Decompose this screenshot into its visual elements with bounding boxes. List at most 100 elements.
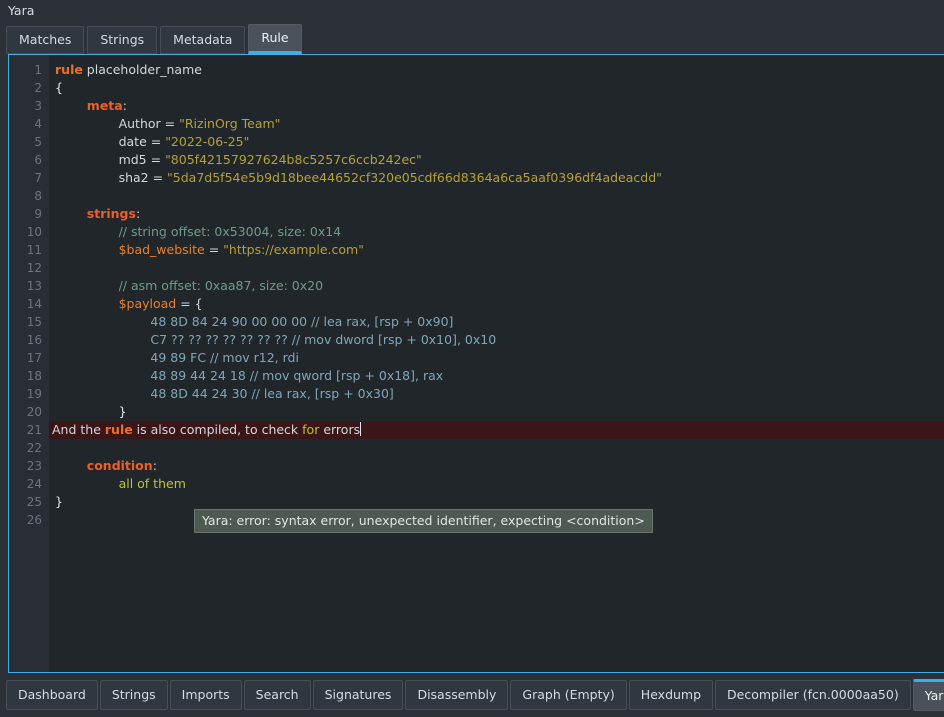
code-line[interactable]: all of them	[49, 475, 944, 493]
bottom-tab-disassembly[interactable]: Disassembly	[405, 680, 509, 710]
token-str: "2022-06-25"	[165, 134, 250, 149]
token-plain: :	[135, 206, 141, 221]
bottom-tabbar: Dashboard Strings Imports Search Signatures D…	[0, 673, 944, 717]
tab-rule[interactable]: Rule	[248, 24, 302, 54]
code-line[interactable]: 48 8D 44 24 30 // lea rax, [rsp + 0x30]	[49, 385, 944, 403]
bottom-tab-signatures[interactable]: Signatures	[312, 680, 404, 710]
line-number: 3	[34, 99, 42, 113]
code-line[interactable]: sha2 = "5da7d5f54e5b9d18bee44652cf320e05…	[49, 169, 944, 187]
token-plain: date =	[55, 134, 166, 149]
token-sec: condition	[86, 458, 153, 473]
bottom-tab-dashboard[interactable]: Dashboard	[6, 680, 98, 710]
code-line[interactable]	[49, 259, 944, 277]
token-hex: 48 89 44 24 18 // mov qword [rsp + 0x18]…	[150, 368, 444, 383]
bottom-tab-search[interactable]: Search	[243, 680, 311, 710]
code-line[interactable]: 48 8D 84 24 90 00 00 00 // lea rax, [rsp…	[49, 313, 944, 331]
line-number: 4	[34, 117, 42, 131]
code-line[interactable]: 49 89 FC // mov r12, rdi	[49, 349, 944, 367]
code-line-error[interactable]: And the rule is also compiled, to check …	[49, 421, 944, 439]
token-str: "RizinOrg Team"	[179, 116, 281, 131]
token-plain: :	[152, 458, 157, 473]
token-brace: {	[55, 80, 63, 95]
code-line[interactable]: meta:	[49, 97, 944, 115]
code-line[interactable]: rule placeholder_name	[49, 61, 944, 79]
token-var: $payload	[118, 296, 177, 311]
code-line[interactable]: condition:	[49, 457, 944, 475]
code-line[interactable]	[49, 187, 944, 205]
token-cond: all of them	[118, 476, 186, 491]
token-plain: errors	[319, 422, 361, 437]
code-line[interactable]: Author = "RizinOrg Team"	[49, 115, 944, 133]
line-number: 2	[34, 81, 42, 95]
line-number: 14	[26, 297, 42, 311]
token-plain: Author =	[55, 116, 180, 131]
code-line[interactable]: // string offset: 0x53004, size: 0x14	[49, 223, 944, 241]
code-area[interactable]: rule placeholder_name{ meta: Author = "R…	[49, 55, 944, 672]
code-line[interactable]: md5 = "805f42157927624b8c5257c6ccb242ec"	[49, 151, 944, 169]
bottom-tab-hexdump[interactable]: Hexdump	[628, 680, 714, 710]
line-number: 9	[34, 207, 42, 221]
token-var: $bad_website	[118, 242, 205, 257]
code-line[interactable]: $payload = {	[49, 295, 944, 313]
token-cmt: // string offset: 0x53004, size: 0x14	[118, 224, 342, 239]
code-line[interactable]: strings:	[49, 205, 944, 223]
tab-metadata[interactable]: Metadata	[160, 26, 246, 54]
line-number-gutter: 1 2 3 4 5 6 7 8 9 10 11 12 13 14 15 16 17 18 19 20 21 22 23 24 2…	[9, 55, 49, 672]
line-number: 23	[26, 459, 42, 473]
line-number: 6	[34, 153, 42, 167]
line-number: 7	[34, 171, 42, 185]
tab-strings[interactable]: Strings	[87, 26, 158, 54]
line-number: 8	[34, 189, 42, 203]
bottom-tab-strings[interactable]: Strings	[99, 680, 168, 710]
token-hex: 48 8D 84 24 90 00 00 00 // lea rax, [rsp…	[150, 314, 454, 329]
bottom-tab-imports[interactable]: Imports	[169, 680, 242, 710]
token-cond: for	[302, 422, 320, 437]
line-number: 18	[26, 369, 42, 383]
bottom-tab-yara[interactable]: Yara	[912, 679, 944, 711]
token-plain: is also compiled, to check	[132, 422, 303, 437]
code-line[interactable]: // asm offset: 0xaa87, size: 0x20	[49, 277, 944, 295]
line-number: 16	[26, 333, 42, 347]
line-number: 1	[34, 63, 42, 77]
code-line[interactable]: }	[49, 403, 944, 421]
token-plain: :	[122, 98, 127, 113]
code-line[interactable]: {	[49, 79, 944, 97]
line-number: 13	[26, 279, 42, 293]
token-plain: md5 =	[55, 152, 166, 167]
code-line[interactable]: date = "2022-06-25"	[49, 133, 944, 151]
line-number: 20	[26, 405, 42, 419]
line-number: 21	[26, 423, 42, 437]
line-number: 12	[26, 261, 42, 275]
line-number: 5	[34, 135, 42, 149]
text-cursor	[360, 422, 362, 436]
error-tooltip: Yara: error: syntax error, unexpected id…	[194, 509, 653, 533]
token-plain: placeholder_name	[82, 62, 202, 77]
token-brace: }	[55, 494, 63, 509]
yara-panel: Yara Matches Strings Metadata Rule 12345678…	[0, 0, 944, 717]
token-hex: 49 89 FC // mov r12, rdi	[150, 350, 299, 365]
tab-matches[interactable]: Matches	[6, 26, 85, 54]
rule-editor[interactable]: 1 2 3 4 5 6 7 8 9 10 11 12 13 14 15 16 17 18 19 20 21 22 23 24 2…	[8, 54, 944, 673]
line-number: 11	[26, 243, 42, 257]
code-line[interactable]: 48 89 44 24 18 // mov qword [rsp + 0x18]…	[49, 367, 944, 385]
line-number: 10	[26, 225, 42, 239]
line-number: 26	[26, 513, 42, 527]
code-line[interactable]: C7 ?? ?? ?? ?? ?? ?? ?? // mov dword [rs…	[49, 331, 944, 349]
bottom-tab-graph-empty[interactable]: Graph (Empty)	[510, 680, 627, 710]
token-str: "5da7d5f54e5b9d18bee44652cf320e05cdf66d8…	[167, 170, 662, 185]
bottom-tab-decompiler-fcn-0000aa50[interactable]: Decompiler (fcn.0000aa50)	[715, 680, 911, 710]
code-line[interactable]	[49, 439, 944, 457]
line-number: 22	[26, 441, 42, 455]
code-line[interactable]: $bad_website = "https://example.com"	[49, 241, 944, 259]
